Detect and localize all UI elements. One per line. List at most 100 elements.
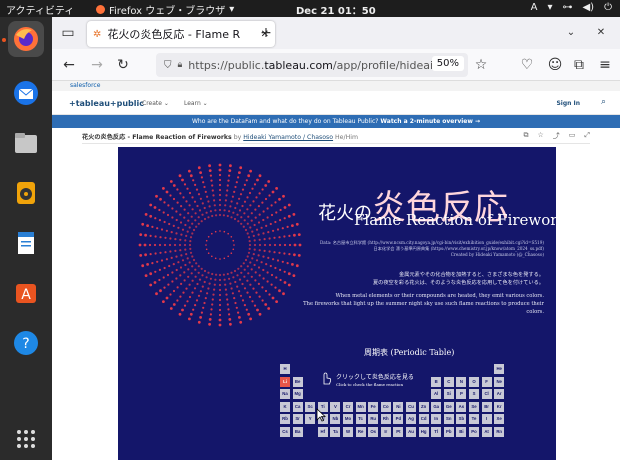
element-at[interactable]: At [481, 427, 492, 437]
element-tl[interactable]: Tl [431, 427, 442, 437]
element-sn[interactable]: Sn [443, 414, 454, 425]
element-o[interactable]: O [469, 376, 479, 387]
dock-writer[interactable] [8, 225, 44, 261]
element-ir[interactable]: Ir [380, 427, 391, 437]
fullscreen-icon[interactable]: ⤢ [584, 131, 590, 141]
element-k[interactable]: K [280, 401, 290, 412]
salesforce-logo[interactable]: salesforce [70, 82, 100, 89]
element-pb[interactable]: Pb [443, 427, 454, 437]
element-y[interactable]: Y [305, 414, 316, 425]
element-cd[interactable]: Cd [418, 414, 429, 425]
element-f[interactable]: F [481, 376, 492, 387]
element-nb[interactable]: Nb [330, 414, 341, 425]
window-close-icon[interactable]: ✕ [592, 24, 610, 42]
element-kr[interactable]: Kr [494, 401, 505, 412]
dock-thunderbird[interactable] [8, 75, 44, 111]
app-menu[interactable]: Firefox ウェブ・ブラウザ ▾ [96, 2, 234, 17]
element-i[interactable]: I [481, 414, 492, 425]
element-h[interactable]: H [280, 364, 290, 374]
element-hf[interactable]: Hf [317, 427, 328, 437]
element-cl[interactable]: Cl [481, 389, 492, 400]
activities-button[interactable]: アクティビティ [6, 2, 74, 17]
element-ge[interactable]: Ge [443, 401, 454, 412]
dock-rhythmbox[interactable] [8, 175, 44, 211]
element-br[interactable]: Br [481, 401, 492, 412]
element-li[interactable]: Li [280, 376, 290, 387]
element-he[interactable]: He [494, 364, 505, 374]
element-c[interactable]: C [443, 376, 454, 387]
pocket-icon[interactable]: ♡ [518, 56, 536, 74]
element-fe[interactable]: Fe [368, 401, 379, 412]
element-xe[interactable]: Xe [494, 414, 505, 425]
share-icon[interactable]: ⤴ [553, 131, 560, 141]
element-au[interactable]: Au [406, 427, 416, 437]
element-cs[interactable]: Cs [280, 427, 290, 437]
element-os[interactable]: Os [368, 427, 379, 437]
hamburger-menu-icon[interactable]: ≡ [596, 56, 614, 74]
zoom-indicator[interactable]: 50% [431, 56, 464, 71]
element-mg[interactable]: Mg [292, 389, 303, 400]
element-si[interactable]: Si [443, 389, 454, 400]
dock-firefox[interactable] [8, 21, 44, 57]
account-icon[interactable]: ☺ [546, 56, 564, 74]
element-ga[interactable]: Ga [431, 401, 442, 412]
element-ni[interactable]: Ni [393, 401, 404, 412]
copy-icon[interactable]: ⧉ [523, 131, 528, 141]
element-pd[interactable]: Pd [393, 414, 404, 425]
element-mn[interactable]: Mn [355, 401, 366, 412]
element-bi[interactable]: Bi [456, 427, 467, 437]
element-ar[interactable]: Ar [494, 389, 505, 400]
tab-overview-icon[interactable]: ▭ [59, 24, 77, 42]
element-p[interactable]: P [456, 389, 467, 400]
element-in[interactable]: In [431, 414, 442, 425]
menu-learn[interactable]: Learn ⌄ [184, 100, 208, 107]
forward-icon[interactable]: → [88, 56, 106, 74]
element-s[interactable]: S [469, 389, 479, 400]
element-sr[interactable]: Sr [292, 414, 303, 425]
new-tab-icon[interactable]: + [257, 24, 275, 42]
element-co[interactable]: Co [380, 401, 391, 412]
system-tray[interactable]: A ▾ ⊶ ◀) ⏻ [531, 2, 612, 13]
element-al[interactable]: Al [431, 389, 442, 400]
clock[interactable]: Dec 21 01：50 [296, 2, 376, 17]
element-po[interactable]: Po [469, 427, 479, 437]
element-ag[interactable]: Ag [406, 414, 416, 425]
element-ru[interactable]: Ru [368, 414, 379, 425]
banner-link[interactable]: Watch a 2-minute overview → [380, 118, 480, 125]
list-tabs-icon[interactable]: ⌄ [562, 24, 580, 42]
back-icon[interactable]: ← [60, 56, 78, 74]
element-ba[interactable]: Ba [292, 427, 303, 437]
element-mo[interactable]: Mo [343, 414, 353, 425]
element-zn[interactable]: Zn [418, 401, 429, 412]
element-te[interactable]: Te [469, 414, 479, 425]
menu-create[interactable]: Create ⌄ [142, 100, 169, 107]
reload-icon[interactable]: ↻ [114, 56, 132, 74]
bookmark-star-icon[interactable]: ☆ [472, 56, 490, 74]
dock-software[interactable]: A [8, 275, 44, 311]
element-ne[interactable]: Ne [494, 376, 505, 387]
element-re[interactable]: Re [355, 427, 366, 437]
author-link[interactable]: Hideaki Yamamoto / Chasoso [243, 134, 333, 141]
element-be[interactable]: Be [292, 376, 303, 387]
element-na[interactable]: Na [280, 389, 290, 400]
element-tc[interactable]: Tc [355, 414, 366, 425]
element-b[interactable]: B [431, 376, 442, 387]
tab-active[interactable]: ✲ 花火の炎色反応 - Flame R ✕ [87, 21, 275, 47]
element-hg[interactable]: Hg [418, 427, 429, 437]
input-method-indicator[interactable]: A [531, 2, 538, 13]
favorite-star-icon[interactable]: ☆ [537, 131, 543, 141]
element-n[interactable]: N [456, 376, 467, 387]
element-se[interactable]: Se [469, 401, 479, 412]
search-icon[interactable]: ⌕ [601, 97, 606, 107]
extensions-icon[interactable]: ⧉ [570, 56, 588, 74]
sign-in-link[interactable]: Sign In [556, 100, 580, 107]
element-v[interactable]: V [330, 401, 341, 412]
url-bar[interactable]: ⛉ 🔒︎ https://public.tableau.com/app/prof… [156, 53, 468, 77]
element-rh[interactable]: Rh [380, 414, 391, 425]
element-as[interactable]: As [456, 401, 467, 412]
element-w[interactable]: W [343, 427, 353, 437]
comment-icon[interactable]: ▭ [569, 131, 576, 141]
element-cr[interactable]: Cr [343, 401, 353, 412]
tableau-public-logo[interactable]: +tableau+public [69, 99, 144, 108]
dock-help[interactable]: ? [8, 325, 44, 361]
